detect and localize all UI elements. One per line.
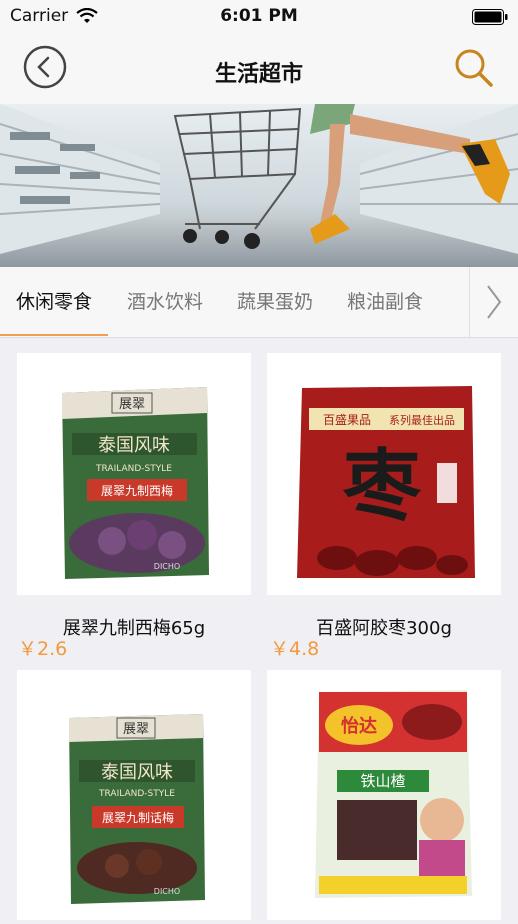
- package-brand-label: 怡达: [341, 715, 377, 737]
- status-time: 6:01 PM: [220, 6, 298, 26]
- package-product-label: 铁山楂: [360, 772, 405, 790]
- product-grid: 展翠 泰国风味 TRAILAND-STYLE 展翠九制西梅 DICHO 展翠九制…: [0, 337, 518, 920]
- nav-bar: 生活超市: [0, 34, 518, 104]
- product-image[interactable]: 展翠 泰国风味 TRAILAND-STYLE 展翠九制话梅 DICHO: [17, 670, 251, 920]
- status-bar: Carrier 6:01 PM: [0, 0, 518, 34]
- prune-package-image: 展翠 泰国风味 TRAILAND-STYLE 展翠九制西梅 DICHO: [62, 387, 209, 579]
- package-code-label: DICHO: [154, 562, 180, 571]
- product-image[interactable]: 展翠 泰国风味 TRAILAND-STYLE 展翠九制西梅 DICHO: [17, 353, 251, 595]
- package-code-label: DICHO: [154, 887, 180, 896]
- package-series-label: 系列最佳出品: [389, 413, 455, 427]
- package-product-label: 展翠九制西梅: [101, 483, 173, 498]
- package-brand-label: 百盛果品: [323, 412, 371, 427]
- product-image[interactable]: 怡达 铁山楂: [267, 670, 501, 920]
- package-brand-label: 展翠: [123, 722, 149, 737]
- hawthorn-package-image: 怡达 铁山楂: [315, 690, 472, 898]
- package-char-label: 枣: [342, 442, 422, 532]
- package-style-label: TRAILAND-STYLE: [95, 464, 172, 474]
- product-price: ￥4.8: [270, 638, 320, 660]
- page-title: 生活超市: [214, 62, 303, 87]
- package-style-label: TRAILAND-STYLE: [98, 789, 175, 799]
- product-image[interactable]: 百盛果品 系列最佳出品 枣: [267, 353, 501, 595]
- active-tab-indicator: [0, 334, 108, 336]
- tab-drinks[interactable]: 酒水饮料: [112, 267, 218, 337]
- tab-snacks[interactable]: 休闲零食: [0, 267, 108, 337]
- plum-package-image: 展翠 泰国风味 TRAILAND-STYLE 展翠九制话梅 DICHO: [69, 714, 205, 904]
- tabs-scroll-button[interactable]: [469, 267, 518, 337]
- search-icon[interactable]: [454, 48, 494, 88]
- battery-icon: [472, 9, 508, 25]
- package-flavor-label: 泰国风味: [101, 762, 173, 783]
- jujube-package-image: 百盛果品 系列最佳出品 枣: [297, 386, 475, 578]
- promo-banner[interactable]: [0, 104, 518, 267]
- product-price: ￥2.6: [18, 638, 68, 660]
- banner-image: [0, 104, 518, 267]
- category-tabs: 休闲零食 酒水饮料 蔬果蛋奶 粮油副食: [0, 267, 518, 338]
- package-flavor-label: 泰国风味: [98, 435, 170, 456]
- tab-produce-dairy[interactable]: 蔬果蛋奶: [222, 267, 328, 337]
- package-product-label: 展翠九制话梅: [102, 810, 174, 825]
- package-brand-label: 展翠: [119, 397, 145, 412]
- chevron-right-icon: [487, 285, 502, 319]
- tab-grain-oil[interactable]: 粮油副食: [332, 267, 438, 337]
